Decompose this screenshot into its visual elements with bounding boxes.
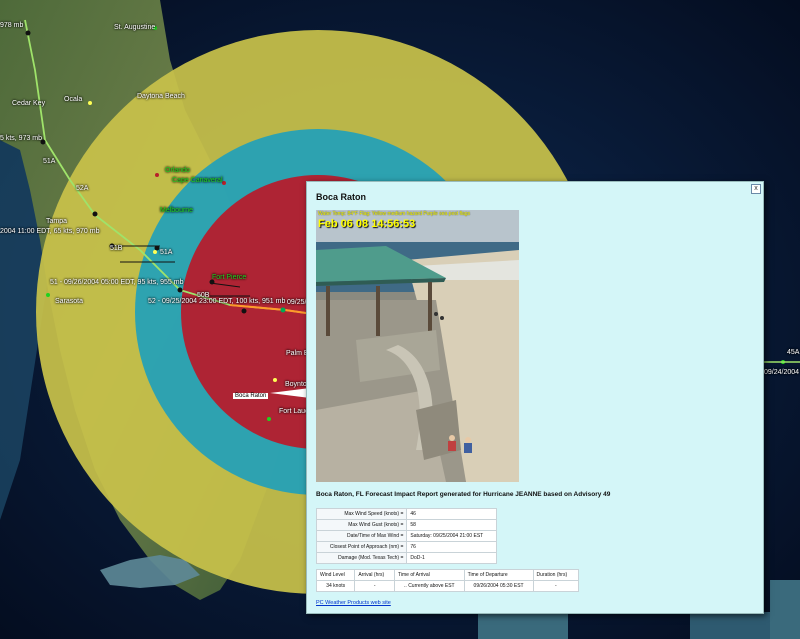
location-info-popup: x Boca Raton Water Temp: 84°F Flag: Yell…: [306, 181, 764, 614]
track-point[interactable]: [177, 287, 183, 293]
column-header: Time of Arrival: [394, 569, 465, 581]
map-label-cedar-key: Cedar Key: [12, 100, 46, 107]
webcam-caption: Water Temp: 84°F Flag: Yellow medium haz…: [318, 211, 471, 217]
popup-title: Boca Raton: [316, 192, 367, 202]
map-label-daytona: Daytona Beach: [137, 93, 185, 100]
table-cell: 34 knots: [315, 580, 356, 592]
map-label-51a-2: 51A: [160, 249, 173, 256]
city-marker[interactable]: [153, 250, 157, 254]
map-label-45a: 45A: [787, 349, 800, 356]
map-label-51b: 51B: [110, 245, 123, 252]
map-label-51a: 51A: [43, 158, 56, 165]
map-label-fort-pierce: Fort Pierce: [212, 274, 247, 281]
webcam-image: Water Temp: 84°F Flag: Yellow medium haz…: [316, 210, 519, 482]
column-header: Arrival (hrs): [354, 569, 396, 581]
map-label-advisory-973: 5 kts, 973 mb: [0, 135, 43, 142]
track-point[interactable]: [25, 30, 31, 36]
stat-value: 76: [406, 541, 497, 553]
map-label-sarasota: Sarasota: [55, 298, 84, 305]
stat-value: 58: [406, 519, 497, 531]
track-point[interactable]: [280, 307, 286, 313]
map-label-advisory-tampa: 2004 11:00 EDT, 65 kts, 970 mb: [0, 228, 100, 235]
map-label-orlando: Orlando: [165, 167, 190, 174]
map-label-52a: 52A: [76, 185, 89, 192]
map-label-ocala: Ocala: [64, 96, 83, 103]
table-row: Closest Point of Approach (nm) = 76: [315, 541, 497, 553]
table-row: Date/Time of Max Wind = Saturday: 09/25/…: [315, 530, 497, 542]
stat-label: Max Wind Speed (knots) =: [315, 508, 408, 520]
map-label-boca-raton[interactable]: Boca Raton: [233, 393, 269, 399]
map-label-pressure: 978 mb: [0, 22, 24, 29]
map-label-date: 09/25/: [287, 299, 307, 306]
map-label-advisory-52: 52 - 09/25/2004 23:00 EDT, 100 kts, 951 …: [148, 298, 286, 305]
table-cell: -: [354, 580, 396, 592]
map-label-tampa: Tampa: [46, 218, 68, 225]
table-cell: -: [532, 580, 580, 592]
beach-photo: [316, 210, 519, 482]
map-label-advisory-51: 51 - 09/26/2004 05:00 EDT, 95 kts, 955 m…: [50, 279, 184, 286]
table-header-row: Wind Level Arrival (hrs) Time of Arrival…: [315, 569, 580, 581]
wind-timing-table: Wind Level Arrival (hrs) Time of Arrival…: [315, 569, 580, 592]
report-heading: Boca Raton, FL Forecast Impact Report ge…: [316, 491, 611, 498]
table-row: Damage (Mod. Texas Tech) = DoD-1: [315, 552, 497, 564]
stat-value: 46: [406, 508, 497, 520]
column-header: Duration (hrs): [532, 569, 580, 581]
track-point[interactable]: [241, 308, 247, 314]
stat-label: Closest Point of Approach (nm) =: [315, 541, 408, 553]
stat-value: Saturday: 09/25/2004 21:00 EST: [406, 530, 497, 542]
table-row: 34 knots - .. Currently above EST 09/26/…: [315, 580, 580, 592]
map-label-cape-canaveral: Cape Canaveral: [172, 177, 223, 184]
track-point[interactable]: [154, 245, 160, 251]
column-header: Wind Level: [315, 569, 356, 581]
map-label-st-augustine: St. Augustine: [114, 24, 156, 31]
webcam-timestamp: Feb 06 08 14:56:53: [318, 218, 416, 230]
stat-value: DoD-1: [406, 552, 497, 564]
web-site-link[interactable]: PC Weather Products web site: [316, 600, 391, 606]
city-marker[interactable]: [88, 101, 92, 105]
table-cell: .. Currently above EST: [394, 580, 465, 592]
map-label-date-2: 09/24/2004: [764, 369, 800, 376]
city-marker[interactable]: [155, 173, 159, 177]
stat-label: Damage (Mod. Texas Tech) =: [315, 552, 408, 564]
track-point[interactable]: [92, 211, 98, 217]
bahamas-tile-2: [690, 612, 770, 639]
table-cell: 09/26/2004 05:30 EST: [463, 580, 534, 592]
column-header: Time of Departure: [463, 569, 534, 581]
city-marker[interactable]: [273, 378, 277, 382]
bahamas-tile: [478, 612, 568, 639]
bahamas-tile-3: [770, 580, 800, 639]
stat-label: Max Wind Gust (knots) =: [315, 519, 408, 531]
map-label-melbourne: Melbourne: [160, 207, 194, 214]
table-row: Max Wind Gust (knots) = 58: [315, 519, 497, 531]
stat-label: Date/Time of Max Wind =: [315, 530, 408, 542]
table-row: Max Wind Speed (knots) = 46: [315, 508, 497, 520]
city-marker[interactable]: [267, 417, 271, 421]
city-marker[interactable]: [46, 293, 50, 297]
impact-stats-table: Max Wind Speed (knots) = 46 Max Wind Gus…: [315, 508, 497, 564]
close-button[interactable]: x: [751, 184, 761, 194]
